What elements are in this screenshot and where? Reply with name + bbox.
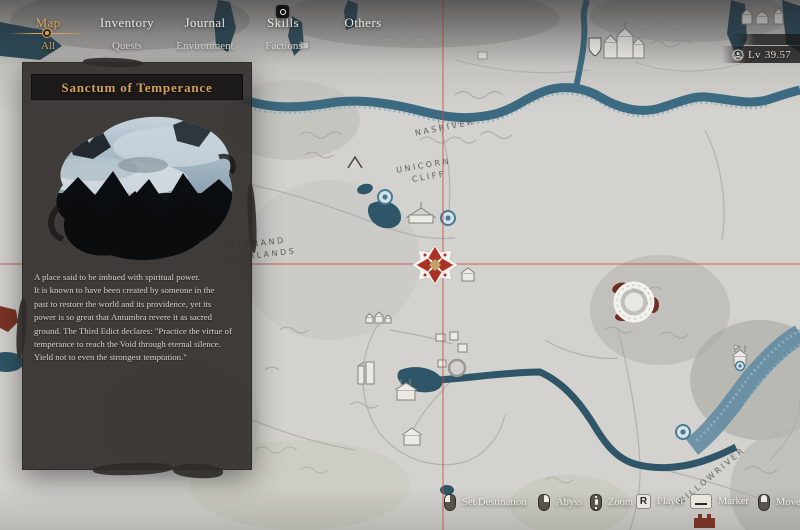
control-set-destination[interactable]: Set Destination [444, 494, 526, 511]
waypoint-icon [378, 190, 392, 204]
manor-sketch-mid [406, 202, 436, 223]
river-label-nas: N A S R I V E R [414, 118, 473, 138]
level-value: 39.57 [765, 49, 791, 61]
subtab-all[interactable]: All [41, 40, 55, 52]
control-label: Marker [718, 496, 749, 507]
active-tab-ornament-diamond [42, 28, 52, 38]
control-label: Player [657, 496, 684, 507]
waypoint-icon [736, 362, 745, 371]
ruins-sketch [358, 362, 374, 384]
control-player[interactable]: R Player [636, 494, 684, 509]
subtab-factions[interactable]: Factions [265, 40, 302, 52]
control-label: Move [776, 497, 800, 508]
player-person-icon [732, 49, 744, 61]
town-circle-sketch [436, 332, 467, 376]
control-label: Abyss [556, 497, 582, 508]
house-sketch-south [402, 428, 422, 445]
level-badge: Lv 39.57 [722, 46, 800, 63]
house-sketch-center [461, 268, 475, 281]
control-label: Set Destination [462, 497, 526, 508]
hud-top-strip [731, 34, 800, 45]
tab-inventory[interactable]: Inventory [100, 15, 154, 31]
location-title: Sanctum of Temperance [31, 74, 243, 100]
tab-others[interactable]: Others [344, 15, 381, 31]
mountain-icon [348, 157, 362, 168]
location-image [23, 107, 253, 267]
cliff-label-line2: C L I F F [411, 170, 444, 184]
subtab-environment[interactable]: Environment [176, 40, 233, 52]
waypoint-icon [676, 425, 690, 439]
location-description: A place said to be imbued with spiritual… [34, 271, 248, 365]
controller-badge-icon [276, 5, 289, 18]
bottom-control-bar: Set Destination Abyss Zoom R Player Mark… [0, 488, 800, 530]
mouse-right-click-icon [538, 494, 550, 511]
location-info-panel: Sanctum of Temperance A place said to be… [22, 62, 252, 470]
key-r-icon: R [636, 494, 651, 509]
selected-location-emblem-icon[interactable] [412, 244, 458, 286]
tab-journal[interactable]: Journal [184, 15, 225, 31]
subtab-quests[interactable]: Quests [112, 40, 142, 52]
control-label: Zoom [608, 497, 633, 508]
control-move[interactable]: Move [758, 494, 800, 511]
mouse-left-click-icon [444, 494, 456, 511]
level-label: Lv [748, 49, 761, 61]
mouse-wheel-icon [590, 494, 602, 511]
spacebar-key-icon [690, 494, 712, 509]
control-zoom[interactable]: Zoom [590, 494, 633, 511]
control-marker[interactable]: Marker [690, 494, 749, 509]
mouse-drag-icon [758, 494, 770, 511]
control-abyss[interactable]: Abyss [538, 494, 582, 511]
top-nav-shade [0, 0, 800, 66]
